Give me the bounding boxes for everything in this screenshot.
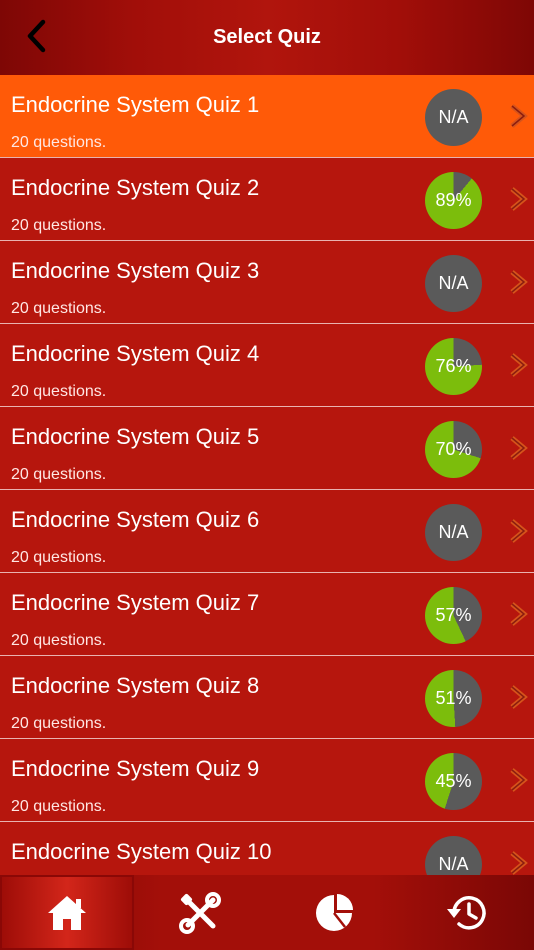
quiz-row[interactable]: Endocrine System Quiz 8 20 questions. 51…: [0, 656, 534, 739]
score-label: 57%: [435, 605, 472, 625]
tab-history[interactable]: [401, 875, 534, 950]
score-badge: 70%: [425, 421, 482, 478]
chevron-right-icon: [510, 436, 528, 460]
score-badge: N/A: [425, 504, 482, 561]
chevron-right-icon: [510, 187, 528, 211]
score-badge: 51%: [425, 670, 482, 727]
quiz-question-count: 20 questions.: [11, 134, 107, 151]
quiz-title: Endocrine System Quiz 7: [11, 590, 260, 615]
page-title: Select Quiz: [213, 26, 321, 48]
quiz-question-count: 20 questions.: [11, 217, 107, 234]
tab-stats[interactable]: [267, 875, 401, 950]
quiz-question-count: 20 questions.: [11, 466, 107, 483]
chevron-right-icon: [510, 104, 528, 128]
quiz-question-count: 20 questions.: [11, 632, 107, 649]
chevron-right-icon: [510, 519, 528, 543]
score-badge: 45%: [425, 753, 482, 810]
quiz-row[interactable]: Endocrine System Quiz 4 20 questions. 76…: [0, 324, 534, 407]
score-badge: N/A: [425, 89, 482, 146]
quiz-title: Endocrine System Quiz 6: [11, 507, 260, 532]
quiz-title: Endocrine System Quiz 8: [11, 673, 260, 698]
score-label: N/A: [438, 854, 469, 874]
quiz-title: Endocrine System Quiz 2: [11, 175, 260, 200]
chevron-right-icon: [510, 685, 528, 709]
score-badge: 57%: [425, 587, 482, 644]
score-label: 76%: [435, 356, 472, 376]
quiz-row[interactable]: Endocrine System Quiz 1 20 questions. N/…: [0, 75, 534, 158]
tools-icon: [179, 891, 222, 934]
score-badge: 89%: [425, 172, 482, 229]
tab-tools[interactable]: [134, 875, 268, 950]
chevron-right-icon: [510, 270, 528, 294]
chevron-right-icon: [510, 602, 528, 626]
quiz-title: Endocrine System Quiz 1: [11, 92, 260, 117]
tab-bar: [0, 875, 534, 950]
quiz-title: Endocrine System Quiz 10: [11, 839, 272, 864]
quiz-row[interactable]: Endocrine System Quiz 6 20 questions. N/…: [0, 490, 534, 573]
quiz-question-count: 20 questions.: [11, 798, 107, 815]
quiz-title: Endocrine System Quiz 4: [11, 341, 260, 366]
quiz-row[interactable]: Endocrine System Quiz 3 20 questions. N/…: [0, 241, 534, 324]
quiz-row[interactable]: Endocrine System Quiz 10 N/A: [0, 822, 534, 875]
quiz-question-count: 20 questions.: [11, 300, 107, 317]
score-label: 45%: [435, 771, 472, 791]
score-label: N/A: [438, 273, 469, 293]
pie-chart-icon: [315, 893, 353, 931]
history-icon: [447, 895, 486, 929]
score-label: 70%: [435, 439, 472, 459]
quiz-title: Endocrine System Quiz 3: [11, 258, 260, 283]
score-label: 89%: [435, 190, 472, 210]
home-icon: [47, 895, 86, 930]
chevron-right-icon: [510, 768, 528, 792]
quiz-title: Endocrine System Quiz 5: [11, 424, 260, 449]
score-label: N/A: [438, 107, 469, 127]
quiz-list: Endocrine System Quiz 1 20 questions. N/…: [0, 75, 534, 875]
score-label: 51%: [435, 688, 472, 708]
quiz-question-count: 20 questions.: [11, 549, 107, 566]
quiz-row[interactable]: Endocrine System Quiz 9 20 questions. 45…: [0, 739, 534, 822]
chevron-right-icon: [510, 851, 528, 875]
quiz-question-count: 20 questions.: [11, 383, 107, 400]
quiz-row[interactable]: Endocrine System Quiz 5 20 questions. 70…: [0, 407, 534, 490]
quiz-title: Endocrine System Quiz 9: [11, 756, 260, 781]
quiz-row[interactable]: Endocrine System Quiz 7 20 questions. 57…: [0, 573, 534, 656]
score-badge: N/A: [425, 836, 482, 875]
nav-bar: Select Quiz: [0, 0, 534, 75]
score-badge: 76%: [425, 338, 482, 395]
chevron-right-icon: [510, 353, 528, 377]
quiz-row[interactable]: Endocrine System Quiz 2 20 questions. 89…: [0, 158, 534, 241]
score-label: N/A: [438, 522, 469, 542]
quiz-question-count: 20 questions.: [11, 715, 107, 732]
tab-home[interactable]: [0, 875, 134, 950]
score-badge: N/A: [425, 255, 482, 312]
